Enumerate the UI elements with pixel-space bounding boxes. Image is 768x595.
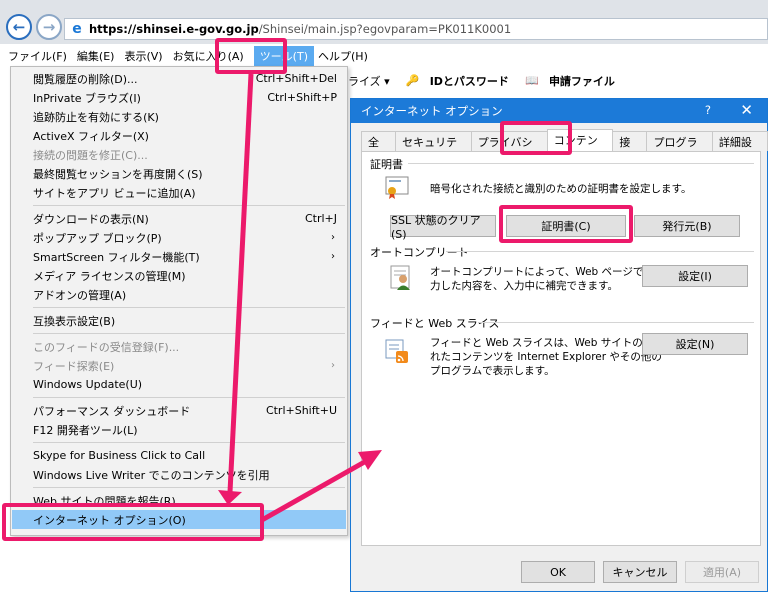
arrow-to-dialog-head [358, 450, 382, 470]
arrow-down-head [218, 490, 242, 505]
arrow-to-dialog [260, 457, 370, 523]
annotation-arrows [218, 73, 382, 523]
arrow-down [227, 73, 254, 493]
